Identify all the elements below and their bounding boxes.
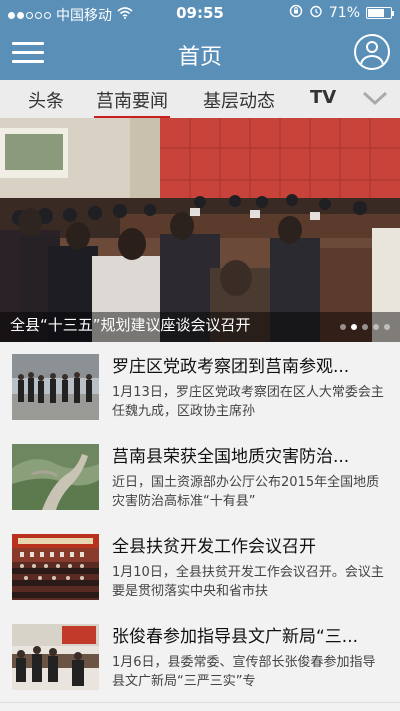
rotation-lock-icon [289,4,303,22]
tab-grassroots[interactable]: 基层动态 [203,87,275,113]
banner-image [0,118,400,342]
list-item[interactable]: 莒南县荣获全国地质灾害防治... 近日，国土资源部办公厅公布2015年全国地质灾… [0,432,400,523]
carousel-dot[interactable] [373,324,379,330]
tab-headlines[interactable]: 头条 [28,87,64,113]
list-item[interactable]: 全县扶贫开发工作会议召开 1月10日，全县扶贫开发工作会议召开。会议主要是贯彻落… [0,522,400,613]
carousel-dot[interactable] [384,324,390,330]
alarm-icon [309,4,323,22]
news-thumbnail [12,354,99,420]
news-summary: 近日，国土资源部办公厅公布2015年全国地质灾害防治高标准“十有县” [112,475,380,509]
user-icon [366,41,378,53]
list-item[interactable]: 罗庄区党政考察团到莒南参观... 1月13日，罗庄区党政考察团在区人大常委会主任… [0,342,400,433]
category-tabs: 头条 莒南要闻 基层动态 TV [0,80,400,119]
news-title: 罗庄区党政考察团到莒南参观... [112,357,350,377]
tab-junan-news[interactable]: 莒南要闻 [94,87,170,119]
battery-percent: 71% [328,5,360,21]
carousel-dot[interactable] [351,324,357,330]
status-bar: 中国移动 09:55 71% [0,0,400,26]
headline-carousel[interactable]: 全县“十三五”规划建议座谈会议召开 [0,118,400,342]
news-summary: 1月13日，罗庄区党政考察团在区人大常委会主任魏九成，区政协主席孙 [112,385,384,419]
banner-caption: 全县“十三五”规划建议座谈会议召开 [10,316,251,334]
news-title: 全县扶贫开发工作会议召开 [112,537,316,557]
news-summary: 1月10日，全县扶贫开发工作会议召开。会议主要是贯彻落实中央和省市扶 [112,565,384,599]
carousel-dot[interactable] [340,324,346,330]
app-header: 首页 [0,26,400,80]
list-item[interactable]: 张俊春参加指导县文广新局“三... 1月6日，县委常委、宣传部长张俊春参加指导县… [0,612,400,703]
news-thumbnail [12,534,99,600]
chevron-down-icon[interactable] [362,88,388,108]
news-title: 莒南县荣获全国地质灾害防治... [112,447,350,467]
carousel-indicator [340,324,390,330]
tab-tv[interactable]: TV [310,87,336,108]
battery-icon [366,7,394,19]
news-title: 张俊春参加指导县文广新局“三... [112,627,359,647]
news-thumbnail [12,444,99,510]
news-summary: 1月6日，县委常委、宣传部长张俊春参加指导县文广新局“三严三实”专 [112,655,376,689]
news-thumbnail [12,624,99,690]
page-title: 首页 [177,45,222,70]
carousel-dot[interactable] [362,324,368,330]
user-icon-body [360,55,384,68]
user-profile-button[interactable] [354,34,390,70]
